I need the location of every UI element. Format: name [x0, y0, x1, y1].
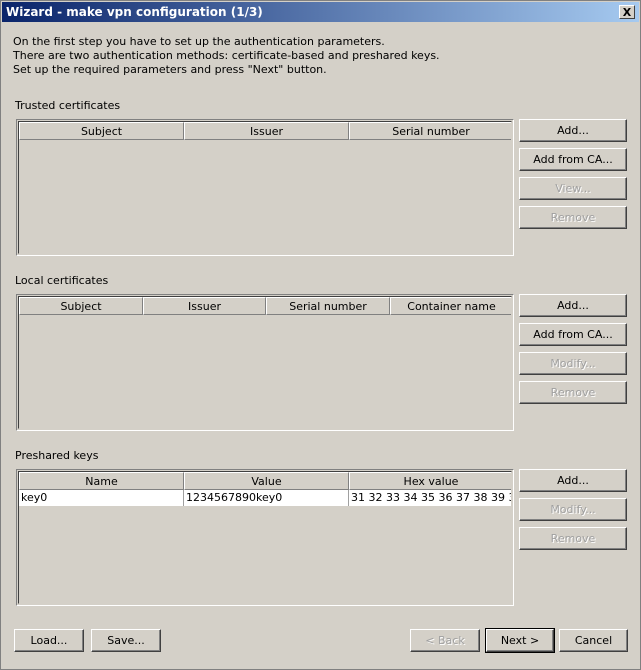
trusted-view-button[interactable]: View...: [519, 177, 627, 200]
column-issuer[interactable]: Issuer: [143, 297, 266, 315]
preshared-modify-button[interactable]: Modify...: [519, 498, 627, 521]
column-subject[interactable]: Subject: [19, 122, 184, 140]
local-remove-button[interactable]: Remove: [519, 381, 627, 404]
preshared-remove-button[interactable]: Remove: [519, 527, 627, 550]
close-icon: X: [622, 6, 632, 19]
save-button[interactable]: Save...: [91, 629, 161, 652]
next-button[interactable]: Next >: [485, 628, 555, 653]
cell-value: 1234567890key0: [184, 490, 349, 506]
preshared-keys-list[interactable]: Name Value Hex value key0 1234567890key0…: [16, 469, 514, 606]
local-add-button[interactable]: Add...: [519, 294, 627, 317]
cancel-button[interactable]: Cancel: [559, 629, 628, 652]
load-button[interactable]: Load...: [14, 629, 84, 652]
local-certificates-label: Local certificates: [15, 274, 109, 287]
column-value[interactable]: Value: [184, 472, 349, 490]
local-add-from-ca-button[interactable]: Add from CA...: [519, 323, 627, 346]
cell-hex-value: 31 32 33 34 35 36 37 38 39 30...: [349, 490, 511, 506]
wizard-window: Wizard - make vpn configuration (1/3) X …: [0, 0, 641, 670]
trusted-add-button[interactable]: Add...: [519, 119, 627, 142]
local-certificates-list[interactable]: Subject Issuer Serial number Container n…: [16, 294, 514, 431]
column-subject[interactable]: Subject: [19, 297, 143, 315]
intro-text: On the first step you have to set up the…: [13, 35, 440, 77]
column-serial-number[interactable]: Serial number: [266, 297, 390, 315]
intro-line: Set up the required parameters and press…: [13, 63, 327, 76]
preshared-keys-label: Preshared keys: [15, 449, 99, 462]
column-container-name[interactable]: Container name: [390, 297, 511, 315]
trusted-certificates-list[interactable]: Subject Issuer Serial number: [16, 119, 514, 256]
back-button[interactable]: < Back: [410, 629, 480, 652]
column-hex-value[interactable]: Hex value: [349, 472, 511, 490]
column-serial-number[interactable]: Serial number: [349, 122, 511, 140]
column-name[interactable]: Name: [19, 472, 184, 490]
trusted-add-from-ca-button[interactable]: Add from CA...: [519, 148, 627, 171]
intro-line: On the first step you have to set up the…: [13, 35, 385, 48]
intro-line: There are two authentication methods: ce…: [13, 49, 440, 62]
title-bar[interactable]: Wizard - make vpn configuration (1/3) X: [2, 2, 639, 22]
local-modify-button[interactable]: Modify...: [519, 352, 627, 375]
trusted-remove-button[interactable]: Remove: [519, 206, 627, 229]
column-issuer[interactable]: Issuer: [184, 122, 349, 140]
trusted-certificates-label: Trusted certificates: [15, 99, 121, 112]
close-button[interactable]: X: [619, 5, 635, 19]
preshared-add-button[interactable]: Add...: [519, 469, 627, 492]
cell-name: key0: [19, 490, 184, 506]
window-title: Wizard - make vpn configuration (1/3): [6, 5, 263, 19]
